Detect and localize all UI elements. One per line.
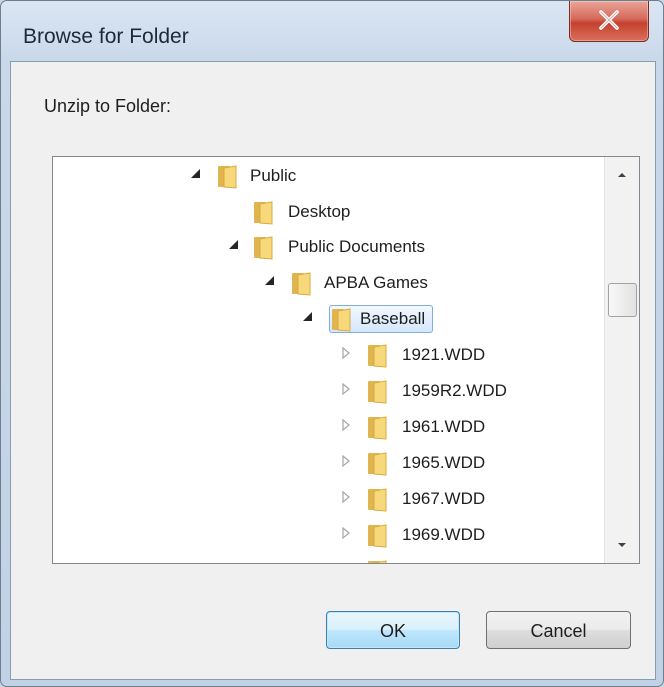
dialog-client-area: Unzip to Folder: Public Desktop Public D… bbox=[10, 61, 656, 680]
expanded-arrow-icon[interactable] bbox=[301, 310, 315, 324]
tree-node-desktop[interactable]: Desktop bbox=[53, 195, 453, 229]
tree-node-label: 1959R2.WDD bbox=[402, 381, 507, 400]
folder-icon bbox=[254, 201, 273, 225]
folder-icon bbox=[368, 344, 387, 368]
tree-node-apba-games[interactable]: APBA Games bbox=[53, 266, 453, 300]
tree-scrollbar[interactable] bbox=[604, 157, 639, 563]
folder-icon bbox=[332, 308, 351, 332]
folder-icon bbox=[368, 380, 387, 404]
expanded-arrow-icon[interactable] bbox=[189, 167, 203, 181]
close-icon bbox=[599, 10, 619, 30]
tree-node-1967-wdd[interactable]: 1967.WDD bbox=[53, 482, 485, 516]
ok-button[interactable]: OK bbox=[326, 611, 460, 649]
tree-node-label: 1969.WDD bbox=[402, 525, 486, 544]
title-bar[interactable]: Browse for Folder bbox=[1, 1, 663, 61]
scroll-up-button[interactable] bbox=[605, 157, 639, 191]
window-title: Browse for Folder bbox=[23, 25, 189, 48]
tree-node-label: 1967.WDD bbox=[402, 489, 486, 508]
collapsed-arrow-icon[interactable] bbox=[339, 490, 353, 504]
tree-node-public-documents[interactable]: Public Documents bbox=[53, 230, 453, 264]
tree-node-partial bbox=[53, 554, 453, 563]
expanded-arrow-icon[interactable] bbox=[263, 274, 277, 288]
tree-node-1921-wdd[interactable]: 1921.WDD bbox=[53, 338, 485, 372]
collapsed-arrow-icon[interactable] bbox=[339, 418, 353, 432]
tree-node-1969-wdd[interactable]: 1969.WDD bbox=[53, 518, 485, 552]
tree-node-label: Public Documents bbox=[288, 237, 426, 256]
cancel-button[interactable]: Cancel bbox=[486, 611, 631, 649]
folder-icon bbox=[254, 236, 273, 260]
tree-node-label: 1961.WDD bbox=[402, 417, 486, 436]
scroll-up-arrow-icon bbox=[618, 173, 626, 177]
dialog-window: Browse for Folder Unzip to Folder: Publi… bbox=[0, 0, 664, 687]
scroll-down-arrow-icon bbox=[618, 543, 626, 547]
tree-node-1961-wdd[interactable]: 1961.WDD bbox=[53, 410, 485, 444]
folder-tree[interactable]: Public Desktop Public Documents APBA Gam… bbox=[52, 156, 640, 564]
collapsed-arrow-icon[interactable] bbox=[339, 346, 353, 360]
collapsed-arrow-icon[interactable] bbox=[339, 454, 353, 468]
tree-node-baseball[interactable]: Baseball bbox=[53, 302, 453, 336]
folder-icon bbox=[292, 272, 311, 296]
close-button[interactable] bbox=[569, 1, 649, 42]
tree-node-1965-wdd[interactable]: 1965.WDD bbox=[53, 446, 485, 480]
tree-node-label: 1965.WDD bbox=[402, 453, 486, 472]
tree-node-public[interactable]: Public bbox=[53, 159, 453, 193]
folder-icon bbox=[218, 165, 237, 189]
dialog-prompt: Unzip to Folder: bbox=[44, 96, 172, 116]
tree-node-label: APBA Games bbox=[324, 273, 428, 292]
folder-icon bbox=[368, 560, 387, 563]
collapsed-arrow-icon[interactable] bbox=[339, 382, 353, 396]
tree-node-label: 1921.WDD bbox=[402, 345, 486, 364]
tree-node-label: Public bbox=[250, 166, 297, 185]
tree-node-label: Desktop bbox=[288, 202, 351, 221]
folder-icon bbox=[368, 524, 387, 548]
scroll-down-button[interactable] bbox=[605, 529, 639, 563]
scrollbar-thumb[interactable] bbox=[608, 283, 637, 317]
folder-icon bbox=[368, 488, 387, 512]
folder-icon bbox=[368, 416, 387, 440]
expanded-arrow-icon[interactable] bbox=[227, 238, 241, 252]
folder-icon bbox=[368, 452, 387, 476]
tree-node-1959r2-wdd[interactable]: 1959R2.WDD bbox=[53, 374, 507, 408]
collapsed-arrow-icon[interactable] bbox=[339, 526, 353, 540]
